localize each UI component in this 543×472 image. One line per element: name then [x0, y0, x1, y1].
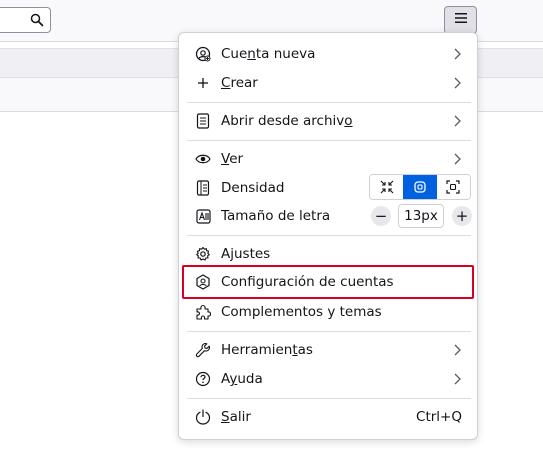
menu-separator — [187, 140, 471, 141]
menu-item-label: Herramientas — [221, 342, 313, 358]
density-icon — [195, 180, 211, 196]
menu-item-label: Ajustes — [221, 246, 271, 262]
keyboard-shortcut: Ctrl+Q — [416, 409, 462, 425]
chevron-right-icon — [454, 48, 461, 60]
menu-item-open-file[interactable]: Abrir desde archivo — [186, 107, 472, 135]
chevron-right-icon — [454, 373, 461, 385]
font-size-increase-button[interactable]: + — [452, 206, 472, 226]
new-account-icon — [195, 46, 211, 62]
account-settings-icon — [195, 274, 211, 290]
menu-item-account-settings[interactable]: Configuración de cuentas — [182, 265, 474, 299]
wrench-icon — [195, 342, 211, 358]
font-size-value: 13px — [398, 204, 444, 228]
menu-item-settings[interactable]: Ajustes — [186, 240, 472, 268]
search-icon — [30, 13, 44, 31]
density-touch-icon — [446, 180, 460, 194]
search-input[interactable] — [0, 8, 27, 32]
eye-icon — [195, 151, 211, 167]
menu-item-font-size: Tamaño de letra − 13px + — [186, 202, 472, 230]
font-size-icon — [195, 208, 211, 224]
menu-item-help[interactable]: Ayuda — [186, 365, 472, 393]
density-compact-button[interactable] — [370, 175, 404, 199]
app-menu-button[interactable] — [444, 6, 477, 34]
menu-item-label: Ver — [221, 151, 244, 167]
density-toggle-group — [369, 174, 471, 200]
gear-icon — [195, 246, 211, 262]
density-normal-icon — [414, 181, 426, 193]
menu-separator — [187, 331, 471, 332]
menu-item-addons-themes[interactable]: Complementos y temas — [186, 298, 472, 326]
chevron-right-icon — [454, 115, 461, 127]
menu-separator — [187, 398, 471, 399]
app-menu-panel: Cuenta nueva Crear Abrir desde archivo V… — [178, 32, 478, 440]
chevron-right-icon — [454, 77, 461, 89]
menu-item-tools[interactable]: Herramientas — [186, 336, 472, 364]
density-compact-icon — [380, 180, 394, 194]
search-box[interactable] — [0, 7, 51, 33]
menu-item-label: Ayuda — [221, 371, 263, 387]
plus-icon — [195, 75, 211, 91]
hamburger-menu-icon — [454, 12, 468, 28]
density-normal-button[interactable] — [403, 175, 437, 199]
menu-item-quit[interactable]: Salir Ctrl+Q — [186, 403, 472, 431]
menu-item-label: Crear — [221, 75, 258, 91]
chevron-right-icon — [454, 344, 461, 356]
density-touch-button[interactable] — [436, 175, 470, 199]
menu-item-create[interactable]: Crear — [186, 69, 472, 97]
menu-item-label: Salir — [221, 409, 251, 425]
chevron-right-icon — [454, 153, 461, 165]
menu-item-label: Complementos y temas — [221, 304, 382, 320]
menu-item-new-account[interactable]: Cuenta nueva — [186, 40, 472, 68]
menu-item-label: Cuenta nueva — [221, 46, 316, 62]
menu-item-label: Tamaño de letra — [221, 208, 331, 224]
menu-item-label: Configuración de cuentas — [221, 274, 394, 290]
menu-separator — [187, 102, 471, 103]
power-icon — [195, 409, 211, 425]
puzzle-icon — [195, 304, 211, 320]
file-icon — [195, 113, 211, 129]
menu-item-label: Abrir desde archivo — [221, 113, 353, 129]
font-size-decrease-button[interactable]: − — [371, 206, 391, 226]
menu-item-label: Densidad — [221, 180, 285, 196]
menu-item-view[interactable]: Ver — [186, 145, 472, 173]
help-icon — [195, 371, 211, 387]
menu-item-density: Densidad — [186, 174, 472, 202]
menu-separator — [187, 235, 471, 236]
